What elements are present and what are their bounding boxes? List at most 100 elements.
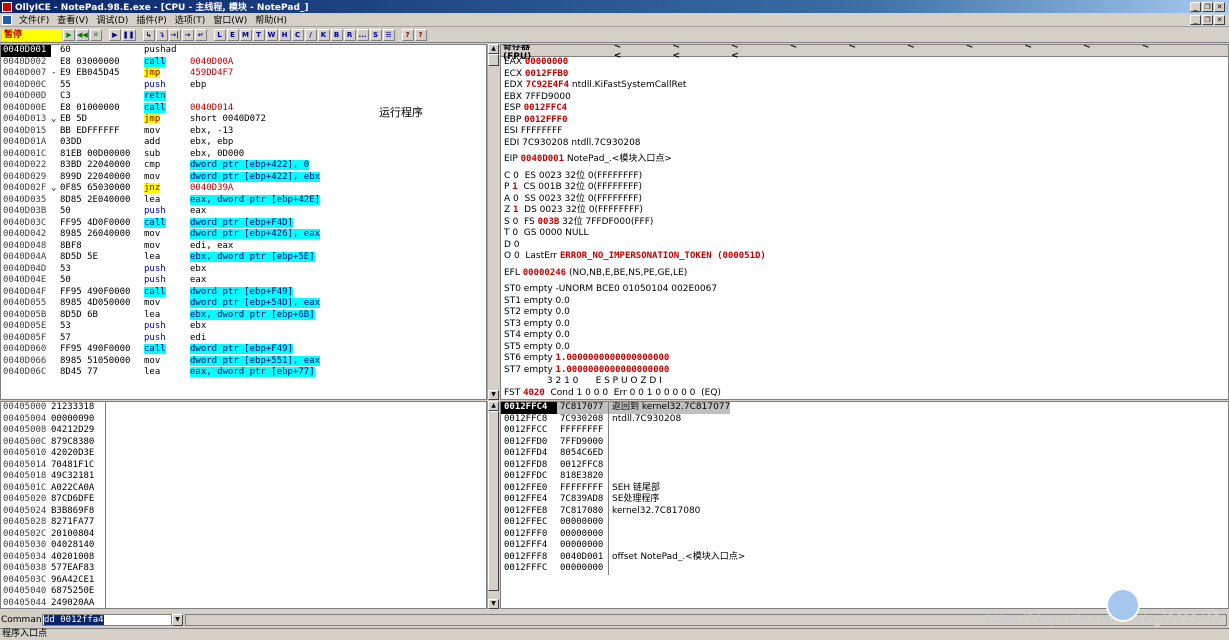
command-input[interactable]: dd 0012ffa4 xyxy=(42,613,172,626)
disasm-row[interactable]: 0040D06C 8D45 77 lea eax, dword ptr [ebp+77… xyxy=(1,367,486,379)
register-line[interactable]: ESI FFFFFFFF xyxy=(501,126,1228,138)
stack-row[interactable]: 0012FFC4 7C817077 返回到 kernel32.7C817077 xyxy=(501,402,1228,414)
dump-scrollbar[interactable]: ▲ ▼ xyxy=(487,401,499,609)
dump-row[interactable]: 00405038 577EAF83 xyxy=(1,563,486,575)
dump-row[interactable]: 0040503C 96A42CE1 xyxy=(1,574,486,586)
disasm-row[interactable]: 0040D05E 53 push ebx xyxy=(1,321,486,333)
stack-row[interactable]: 0012FFD0 7FFD9000 xyxy=(501,436,1228,448)
stack-row[interactable]: 0012FFCC FFFFFFFF xyxy=(501,425,1228,437)
register-line[interactable]: ECX 0012FFB0 xyxy=(501,69,1228,81)
register-line[interactable]: O 0 LastErr ERROR_NO_IMPERSONATION_TOKEN… xyxy=(501,251,1228,263)
disasm-row[interactable]: 0040D029 899D 22040000 mov dword ptr [ebp+4… xyxy=(1,171,486,184)
menu-item[interactable]: 文件(F) xyxy=(15,13,53,26)
chevron-down-icon[interactable]: ▼ xyxy=(172,613,183,626)
mdi-minimize-button[interactable]: _ xyxy=(1190,15,1201,25)
toolbar-button[interactable]: ✕ xyxy=(89,29,102,41)
toolbar-button[interactable]: ↴ xyxy=(155,29,168,41)
stack-pane[interactable]: 0012FFC4 7C817077 返回到 kernel32.7C817077 001… xyxy=(500,401,1229,609)
toolbar-button[interactable]: R xyxy=(343,29,356,41)
toolbar-button[interactable]: → xyxy=(181,29,194,41)
register-line[interactable]: 3 2 1 0 E S P U O Z D I xyxy=(501,376,1228,388)
scroll-up-icon[interactable]: ▲ xyxy=(488,401,499,411)
stack-row[interactable]: 0012FFF4 00000000 xyxy=(501,540,1228,552)
toolbar-button[interactable]: E xyxy=(226,29,239,41)
disasm-row[interactable]: 0040D060 FF95 490F0000 call dword ptr [ebp+… xyxy=(1,344,486,356)
scroll-down-icon[interactable]: ▼ xyxy=(488,599,499,609)
register-line[interactable]: Z 1 DS 0023 32位 0(FFFFFFFF) xyxy=(501,205,1228,217)
toolbar-button[interactable]: ☰ xyxy=(382,29,395,41)
disasm-row[interactable]: 0040D04D 53 push ebx xyxy=(1,264,486,276)
scroll-down-icon[interactable]: ▼ xyxy=(488,390,499,400)
toolbar-button[interactable]: ↵ xyxy=(194,29,207,41)
disasm-row[interactable]: 0040D03C FF95 4D0F0000 call dword ptr [ebp+… xyxy=(1,217,486,230)
disasm-row[interactable]: 0040D007- E9 EB045D45 jmp 459DD4F7 xyxy=(1,68,486,80)
disasm-row[interactable]: 0040D066 8985 51050000 mov dword ptr [ebp+5… xyxy=(1,355,486,368)
scroll-up-icon[interactable]: ▲ xyxy=(488,44,499,54)
dump-row[interactable]: 0040502C 20100804 xyxy=(1,528,486,540)
dump-row[interactable]: 00405000 21233318 xyxy=(1,402,486,414)
scroll-thumb[interactable] xyxy=(488,54,499,66)
register-line[interactable]: D 0 xyxy=(501,240,1228,252)
disasm-row[interactable]: 0040D01C 81EB 00D00000 sub ebx, 0D000 xyxy=(1,149,486,161)
minimize-button[interactable]: _ xyxy=(1190,1,1201,12)
register-line[interactable]: EDX 7C92E4F4 ntdll.KiFastSystemCallRet xyxy=(501,80,1228,92)
toolbar-button[interactable]: L xyxy=(213,29,226,41)
toolbar-button[interactable]: H xyxy=(278,29,291,41)
register-line[interactable]: EBX 7FFD9000 xyxy=(501,92,1228,104)
dump-row[interactable]: 00405030 04028140 xyxy=(1,540,486,552)
dump-row[interactable]: 00405040 6875250E xyxy=(1,586,486,598)
register-line[interactable]: EFL 00000246 (NO,NB,E,BE,NS,PE,GE,LE) xyxy=(501,268,1228,280)
register-line[interactable]: EDI 7C930208 ntdll.7C930208 xyxy=(501,138,1228,150)
register-line[interactable]: EIP 0040D001 NotePad_.<模块入口点> xyxy=(501,154,1228,166)
disasm-row[interactable]: 0040D02F ⌄ 0F85 65030000 jnz 0040D39A xyxy=(1,183,486,195)
toolbar-button[interactable]: ❚❚ xyxy=(121,29,136,41)
stack-row[interactable]: 0012FFE8 7C817080 kernel32.7C817080 xyxy=(501,505,1228,517)
disasm-row[interactable]: 0040D04E 50 push eax xyxy=(1,275,486,287)
register-line[interactable]: S 0 FS 003B 32位 7FFDF000(FFF) xyxy=(501,217,1228,229)
stack-row[interactable]: 0012FFF8 0040D001 offset NotePad_.<模块入口点> xyxy=(501,551,1228,563)
register-line[interactable]: C 0 ES 0023 32位 0(FFFFFFFF) xyxy=(501,171,1228,183)
memory-dump-pane[interactable]: 00405000 21233318 00405004 00000090 00405008… xyxy=(0,401,487,609)
registers-nav-arrows[interactable]: < < < < < < < < < < < < < xyxy=(614,45,1228,61)
register-line[interactable]: A 0 SS 0023 32位 0(FFFFFFFF) xyxy=(501,194,1228,206)
dump-row[interactable]: 00405014 70481F1C xyxy=(1,459,486,471)
disasm-row[interactable]: 0040D035 8D85 2E040000 lea eax, dword ptr [… xyxy=(1,194,486,207)
mdi-icon[interactable] xyxy=(2,14,12,25)
registers-pane[interactable]: 寄存器 (FPU) < < < < < < < < < < < < < EAX … xyxy=(500,44,1229,400)
stack-row[interactable]: 0012FFE0 FFFFFFFF SEH 链尾部 xyxy=(501,482,1228,494)
register-line[interactable]: ST4 empty 0.0 xyxy=(501,330,1228,342)
register-line[interactable]: ST2 empty 0.0 xyxy=(501,307,1228,319)
stack-row[interactable]: 0012FFDC 818E3820 xyxy=(501,471,1228,483)
register-line[interactable]: FST 4020 Cond 1 0 0 0 Err 0 0 1 0 0 0 0 … xyxy=(501,388,1228,400)
dump-row[interactable]: 00405044 249020AA xyxy=(1,597,486,608)
disasm-row[interactable]: 0040D048 8BF8 mov edi, eax xyxy=(1,241,486,253)
register-line[interactable]: ESP 0012FFC4 xyxy=(501,103,1228,115)
stack-row[interactable]: 0012FFC8 7C930208 ntdll.7C930208 xyxy=(501,413,1228,425)
dump-row[interactable]: 00405020 87CD6DFE xyxy=(1,494,486,506)
disasm-row[interactable]: 0040D001 60 pushad xyxy=(1,45,486,57)
stack-row[interactable]: 0012FFE4 7C839AD8 SE处理程序 xyxy=(501,494,1228,506)
disasm-row[interactable]: 0040D002 E8 03000000 call 0040D00A xyxy=(1,56,486,69)
toolbar-button[interactable]: C xyxy=(291,29,304,41)
disasm-scrollbar[interactable]: ▲ ▼ xyxy=(487,44,499,400)
stack-row[interactable]: 0012FFF0 00000000 xyxy=(501,528,1228,540)
disasm-row[interactable]: 0040D015 BB EDFFFFFF mov ebx, -13 xyxy=(1,126,486,138)
menu-item[interactable]: 帮助(H) xyxy=(251,13,291,26)
dump-row[interactable]: 00405008 04212D29 xyxy=(1,425,486,437)
stack-row[interactable]: 0012FFD4 8054C6ED xyxy=(501,448,1228,460)
dump-row[interactable]: 00405004 00000090 xyxy=(1,413,486,425)
register-line[interactable]: ST7 empty 1.0000000000000000000 xyxy=(501,365,1228,377)
register-line[interactable]: ST6 empty 1.0000000000000000000 xyxy=(501,353,1228,365)
menu-item[interactable]: 调试(D) xyxy=(92,13,132,26)
disasm-row[interactable]: 0040D05F 57 push edi xyxy=(1,333,486,345)
register-line[interactable]: P 1 CS 001B 32位 0(FFFFFFFF) xyxy=(501,182,1228,194)
dump-row[interactable]: 00405028 8271FA77 xyxy=(1,517,486,529)
disasm-row[interactable]: 0040D05B 8D5D 6B lea ebx, dword ptr [ebp+6B… xyxy=(1,309,486,322)
toolbar-button[interactable]: ? xyxy=(414,29,427,41)
disassembly-pane[interactable]: 0040D001 60 pushad 0040D002 E8 03000000 call 0… xyxy=(0,44,487,400)
dump-row[interactable]: 00405010 42020D3E xyxy=(1,448,486,460)
stack-row[interactable]: 0012FFD8 0012FFC8 xyxy=(501,459,1228,471)
disasm-row[interactable]: 0040D04A 8D5D 5E lea ebx, dword ptr [ebp+5E… xyxy=(1,252,486,264)
disasm-row[interactable]: 0040D04F FF95 490F0000 call dword ptr [ebp+… xyxy=(1,286,486,299)
menu-item[interactable]: 插件(P) xyxy=(132,13,170,26)
